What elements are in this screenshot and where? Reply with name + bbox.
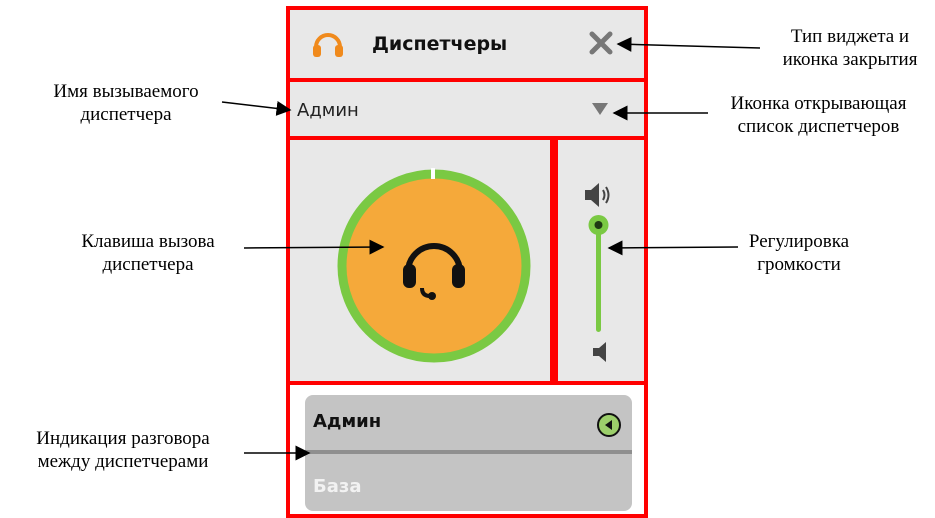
annotation-volume: Регулировка громкости [748, 231, 850, 275]
annotation-dispatcher-name: Имя вызываемого диспетчера [53, 81, 199, 125]
arrow-dispatcher-name [221, 100, 292, 116]
arrow-call-key [243, 239, 385, 255]
annotation-call-key: Клавиша вызова диспетчера [81, 231, 215, 275]
annotation-dropdown-icon: Иконка открывающая список диспетчеров [730, 93, 907, 137]
arrow-volume [607, 240, 739, 256]
annotation-widget-type: Тип виджета и иконка закрытия [782, 26, 918, 70]
arrow-close [616, 36, 761, 52]
annotation-talk-indication: Индикация разговора между диспетчерами [36, 428, 210, 472]
